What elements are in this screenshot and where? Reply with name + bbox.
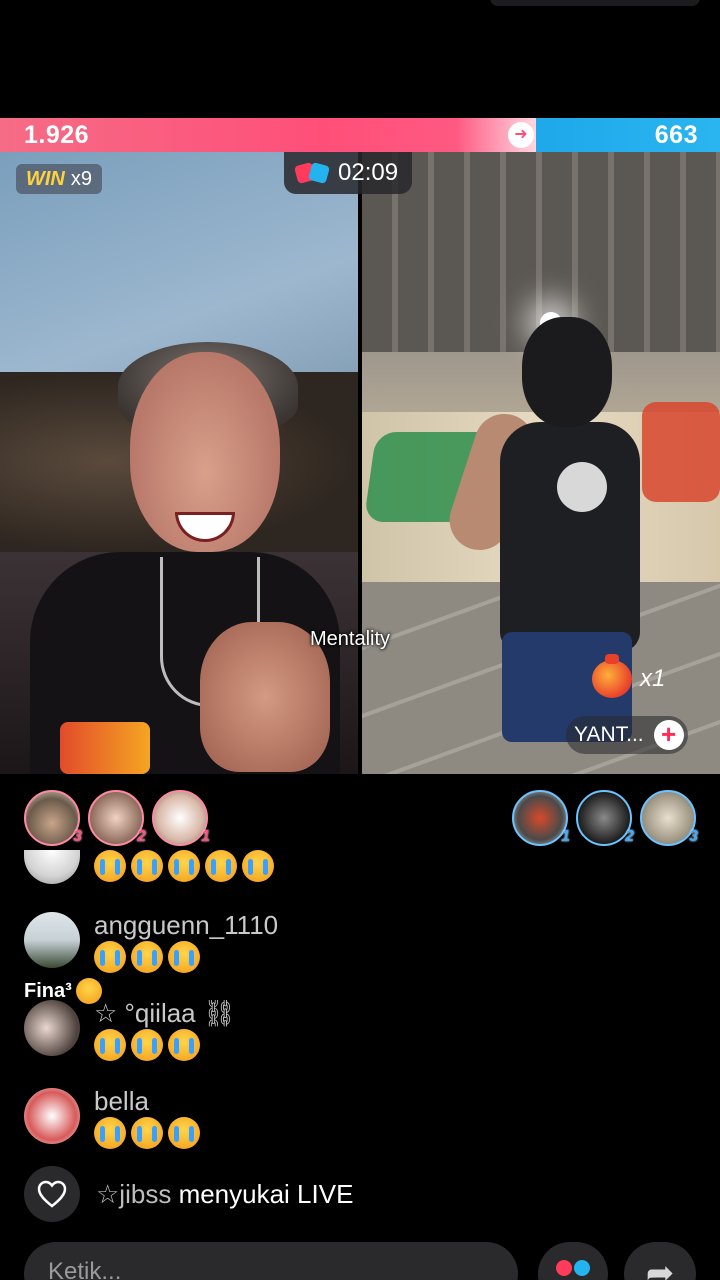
win-streak-badge: WIN x9 xyxy=(16,164,103,194)
supporter-rank: 2 xyxy=(137,828,146,845)
gift-icon-part xyxy=(574,1260,590,1276)
opponent-host-name: YANT... xyxy=(574,723,644,746)
like-activity: ☆jibss menyukai LIVE xyxy=(24,1166,353,1222)
supporter-avatar[interactable]: 2 xyxy=(576,790,634,846)
loudly-crying-face-icon xyxy=(131,850,163,882)
loudly-crying-face-icon xyxy=(168,941,200,973)
gift-button[interactable] xyxy=(538,1242,608,1280)
pk-timer: 02:09 xyxy=(284,152,413,194)
like-button[interactable] xyxy=(24,1166,80,1222)
like-activity-text: ☆jibss menyukai LIVE xyxy=(96,1179,353,1210)
comment-item xyxy=(24,850,279,884)
top-status-pill xyxy=(490,0,700,6)
commenter-name[interactable]: angguenn_1110 xyxy=(94,910,278,941)
loudly-crying-face-icon xyxy=(131,1029,163,1061)
comment-emoji-row xyxy=(94,941,278,973)
commenter-avatar[interactable] xyxy=(24,1000,80,1056)
pk-versus-icon xyxy=(293,161,331,185)
share-arrow-icon: ➦ xyxy=(645,1254,675,1280)
supporter-avatar[interactable]: 1 xyxy=(512,790,570,846)
like-activity-message: menyukai LIVE xyxy=(178,1178,354,1209)
pk-right-score: 663 xyxy=(654,121,698,149)
pk-timer-text: 02:09 xyxy=(338,159,399,186)
loudly-crying-face-icon xyxy=(205,850,237,882)
comment-emoji-row xyxy=(94,1029,236,1061)
supporter-avatar[interactable]: 2 xyxy=(88,790,146,846)
gift-multiplier[interactable]: x1 xyxy=(592,654,666,698)
pk-score-bar xyxy=(0,118,720,152)
commenter-name[interactable]: bella xyxy=(94,1086,205,1117)
supporter-rank: 2 xyxy=(625,828,634,845)
loudly-crying-face-icon xyxy=(94,941,126,973)
right-top-supporters: 1 2 3 xyxy=(512,790,698,846)
win-label: WIN xyxy=(26,167,65,190)
comment-item: bella xyxy=(24,1086,205,1149)
gift-icon xyxy=(556,1260,572,1276)
share-button[interactable]: ➦ xyxy=(624,1242,696,1280)
commenter-avatar[interactable] xyxy=(24,912,80,968)
left-top-supporters: 3 2 1 xyxy=(24,790,210,846)
stream-caption: Mentality xyxy=(310,628,391,650)
supporter-rank: 3 xyxy=(689,828,698,845)
loudly-crying-face-icon xyxy=(242,850,274,882)
gift-multiplier-text: x1 xyxy=(640,665,666,692)
comment-input[interactable]: Ketik... xyxy=(24,1242,518,1280)
loudly-crying-face-icon xyxy=(131,1117,163,1149)
supporter-rank: 3 xyxy=(73,828,82,845)
panel-divider xyxy=(358,152,362,774)
right-stream-video[interactable] xyxy=(362,152,720,774)
comment-emoji-row xyxy=(94,1117,205,1149)
supporter-avatar[interactable]: 3 xyxy=(24,790,82,846)
pk-left-score: 1.926 xyxy=(24,121,90,149)
supporter-avatar[interactable]: 1 xyxy=(152,790,210,846)
loudly-crying-face-icon xyxy=(168,1029,200,1061)
comment-emoji-row xyxy=(94,850,279,882)
opponent-host-chip[interactable]: YANT... + xyxy=(566,716,688,754)
loudly-crying-face-icon xyxy=(131,941,163,973)
loudly-crying-face-icon xyxy=(94,850,126,882)
heart-outline-icon xyxy=(37,1180,67,1208)
comment-item: ☆ °qiilaa ⛓ xyxy=(24,998,236,1061)
loudly-crying-face-icon xyxy=(94,1117,126,1149)
left-stream-video[interactable] xyxy=(0,152,358,774)
follow-plus-icon[interactable]: + xyxy=(653,720,684,750)
win-count: x9 xyxy=(70,167,93,190)
commenter-name[interactable]: ☆ °qiilaa ⛓ xyxy=(94,998,236,1029)
commenter-avatar[interactable] xyxy=(24,850,80,884)
supporter-avatar[interactable]: 3 xyxy=(640,790,698,846)
commenter-avatar[interactable] xyxy=(24,1088,80,1144)
loudly-crying-face-icon xyxy=(168,850,200,882)
pk-spark-icon: ➜ xyxy=(508,122,534,148)
loudly-crying-face-icon xyxy=(94,1029,126,1061)
like-activity-user[interactable]: ☆jibss xyxy=(96,1179,171,1209)
supporter-rank: 1 xyxy=(201,828,210,845)
loudly-crying-face-icon xyxy=(168,1117,200,1149)
comment-item: angguenn_1110 xyxy=(24,910,278,973)
gift-icon xyxy=(592,654,632,698)
supporter-rank: 1 xyxy=(561,828,570,845)
